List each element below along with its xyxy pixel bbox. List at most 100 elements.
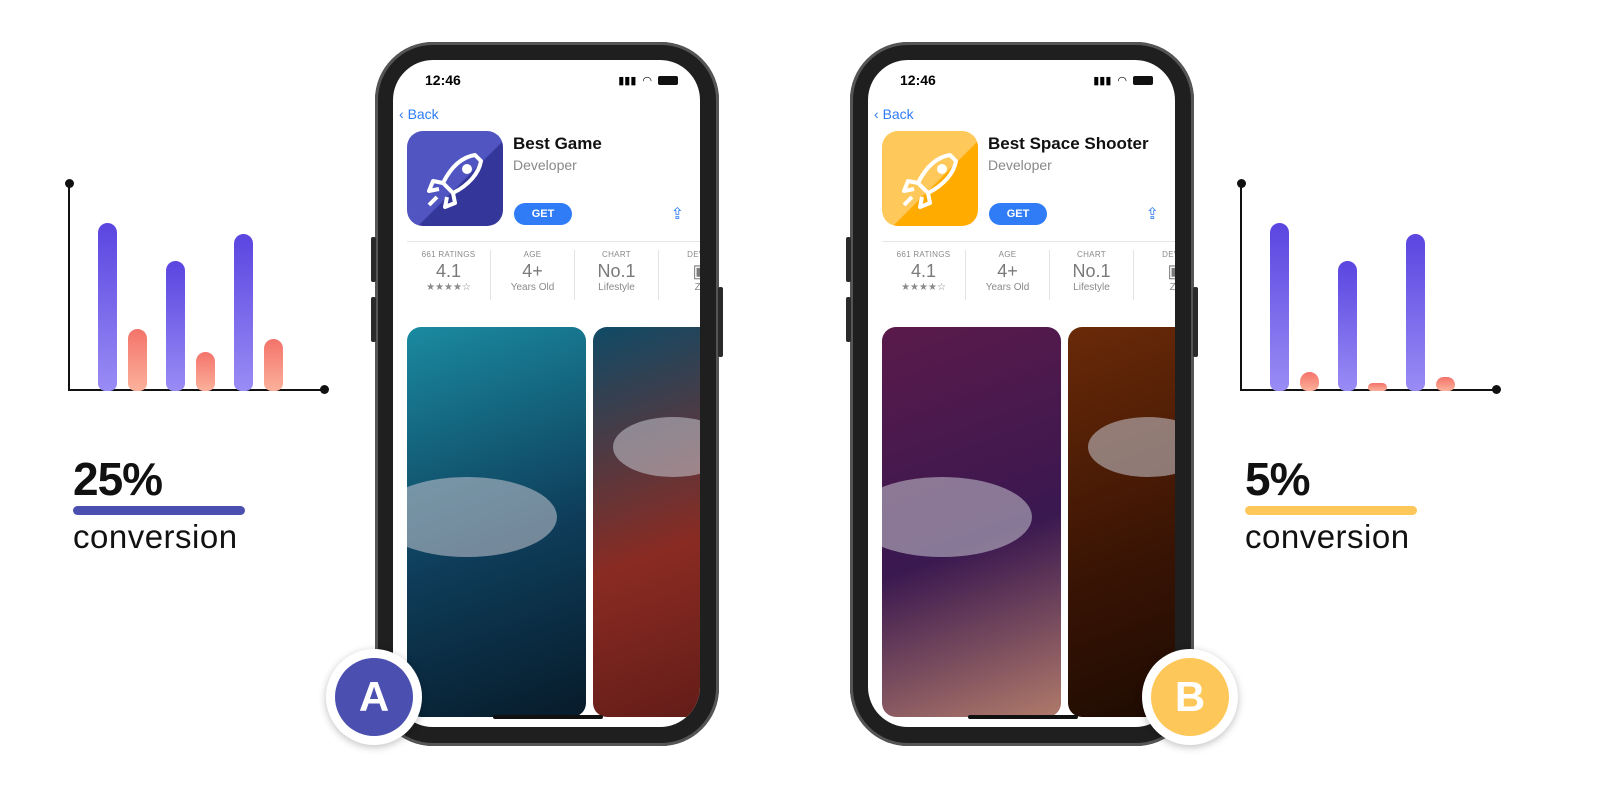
stat-value: No.1 bbox=[1072, 261, 1111, 281]
stat-header: AGE bbox=[523, 250, 542, 259]
stat-value: 4.1 bbox=[910, 261, 937, 281]
conversion-value: 5% bbox=[1245, 453, 1310, 505]
chevron-left-icon: ‹ bbox=[399, 106, 408, 122]
battery-icon bbox=[658, 76, 678, 85]
y-axis bbox=[1240, 183, 1242, 391]
chart-bar bbox=[1338, 261, 1357, 391]
bar-chart-b bbox=[1237, 179, 1510, 403]
app-icon bbox=[407, 131, 503, 226]
wifi-icon: ◠ bbox=[642, 75, 652, 87]
get-button[interactable]: GET bbox=[989, 203, 1047, 225]
stat-header: 661 RATINGS bbox=[896, 250, 951, 259]
badge-label: A bbox=[335, 658, 413, 736]
developer-name[interactable]: Developer bbox=[988, 157, 1052, 173]
stat-sub: Years Old bbox=[985, 282, 1030, 293]
stat-item: CHART No.1 Lifestyle bbox=[1050, 250, 1134, 300]
rocket-icon bbox=[427, 153, 483, 209]
app-store-page: 12:46 ▮▮▮ ◠ ‹ Back Best Space Shooter Dev… bbox=[868, 60, 1175, 727]
stat-value: No.1 bbox=[597, 261, 636, 281]
status-time: 12:46 bbox=[425, 72, 461, 88]
stat-sub: ZA bbox=[694, 282, 700, 293]
illustration-shape bbox=[407, 477, 557, 557]
screenshot[interactable] bbox=[593, 327, 700, 717]
stat-header: DEVEL bbox=[1162, 250, 1175, 259]
stat-header: DEVEL bbox=[687, 250, 700, 259]
stat-value: ▣ bbox=[659, 261, 700, 282]
wifi-icon: ◠ bbox=[1117, 75, 1127, 87]
phone-button bbox=[846, 237, 851, 282]
app-store-page: 12:46 ▮▮▮ ◠ ‹ Back Best Game Developer GE… bbox=[393, 60, 700, 727]
screenshot[interactable] bbox=[1068, 327, 1175, 717]
chart-bar bbox=[1368, 383, 1387, 391]
stat-value: ▣ bbox=[1134, 261, 1175, 282]
stat-value: 4.1 bbox=[435, 261, 462, 281]
variant-badge-b: B bbox=[1142, 649, 1238, 745]
stat-sub: Lifestyle bbox=[598, 282, 635, 293]
chart-bar bbox=[98, 223, 117, 391]
phone-button bbox=[371, 237, 376, 282]
axis-dot bbox=[1492, 385, 1501, 394]
get-button[interactable]: GET bbox=[514, 203, 572, 225]
status-icons: ▮▮▮ ◠ bbox=[1093, 74, 1153, 87]
phone-button bbox=[371, 297, 376, 342]
chart-bar bbox=[1436, 377, 1455, 391]
stat-value: 4+ bbox=[522, 261, 543, 281]
variant-badge-a: A bbox=[326, 649, 422, 745]
stat-item: 661 RATINGS 4.1 ★★★★☆ bbox=[407, 250, 491, 300]
screenshot[interactable] bbox=[407, 327, 586, 717]
phone-button bbox=[846, 297, 851, 342]
chevron-left-icon: ‹ bbox=[874, 106, 883, 122]
y-axis bbox=[68, 183, 70, 391]
divider bbox=[407, 241, 700, 242]
illustration-shape bbox=[613, 417, 700, 477]
conversion-label: conversion bbox=[1245, 518, 1410, 555]
status-time: 12:46 bbox=[900, 72, 936, 88]
back-button[interactable]: ‹ Back bbox=[399, 106, 439, 122]
stat-sub: ★★★★☆ bbox=[426, 282, 471, 293]
illustration-shape bbox=[1088, 417, 1175, 477]
chart-bar bbox=[264, 339, 283, 391]
rocket-icon bbox=[902, 153, 958, 209]
chart-bar bbox=[196, 352, 215, 391]
stat-item: AGE 4+ Years Old bbox=[491, 250, 575, 300]
divider bbox=[882, 241, 1175, 242]
accent-underline bbox=[1245, 506, 1417, 515]
screenshot[interactable] bbox=[882, 327, 1061, 717]
signal-icon: ▮▮▮ bbox=[618, 75, 637, 87]
axis-dot bbox=[320, 385, 329, 394]
phone-b: 12:46 ▮▮▮ ◠ ‹ Back Best Space Shooter Dev… bbox=[846, 42, 1198, 746]
app-icon bbox=[882, 131, 978, 226]
signal-icon: ▮▮▮ bbox=[1093, 75, 1112, 87]
bar-chart-a bbox=[65, 179, 338, 403]
phone-button bbox=[718, 287, 723, 357]
stat-header: 661 RATINGS bbox=[421, 250, 476, 259]
stat-header: CHART bbox=[602, 250, 631, 259]
chart-bar bbox=[1300, 372, 1319, 391]
share-icon[interactable]: ⇪ bbox=[1146, 204, 1159, 224]
phone-button bbox=[1193, 287, 1198, 357]
stats-row: 661 RATINGS 4.1 ★★★★☆ AGE 4+ Years Old CHART No… bbox=[882, 250, 1175, 300]
stat-sub: ★★★★☆ bbox=[901, 282, 946, 293]
chart-bar bbox=[234, 234, 253, 391]
phone-a: 12:46 ▮▮▮ ◠ ‹ Back Best Game Developer GE… bbox=[371, 42, 723, 746]
back-label: Back bbox=[882, 106, 914, 122]
battery-icon bbox=[1133, 76, 1153, 85]
chart-bar bbox=[166, 261, 185, 391]
back-label: Back bbox=[407, 106, 439, 122]
back-button[interactable]: ‹ Back bbox=[874, 106, 914, 122]
stat-value: 4+ bbox=[997, 261, 1018, 281]
stat-item: DEVEL ▣ZA bbox=[1134, 250, 1175, 300]
share-icon[interactable]: ⇪ bbox=[671, 204, 684, 224]
illustration-shape bbox=[882, 477, 1032, 557]
chart-bar bbox=[1406, 234, 1425, 391]
status-icons: ▮▮▮ ◠ bbox=[618, 74, 678, 87]
stats-row: 661 RATINGS 4.1 ★★★★☆ AGE 4+ Years Old CHART No… bbox=[407, 250, 700, 300]
stat-header: CHART bbox=[1077, 250, 1106, 259]
conversion-label: conversion bbox=[73, 518, 238, 555]
stat-header: AGE bbox=[998, 250, 1017, 259]
stat-item: 661 RATINGS 4.1 ★★★★☆ bbox=[882, 250, 966, 300]
stat-sub: Lifestyle bbox=[1073, 282, 1110, 293]
developer-name[interactable]: Developer bbox=[513, 157, 577, 173]
app-title: Best Space Shooter bbox=[988, 134, 1149, 153]
conversion-value: 25% bbox=[73, 453, 163, 505]
